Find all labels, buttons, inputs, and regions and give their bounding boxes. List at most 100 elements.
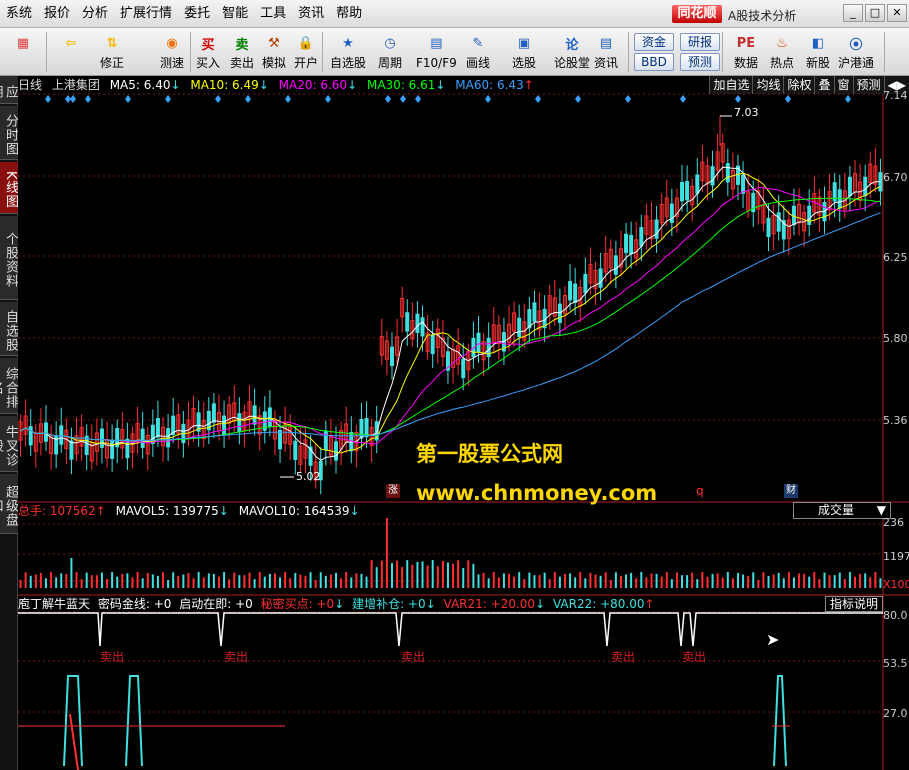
toolbar-button[interactable]: ✎ 画线 <box>466 30 490 74</box>
candle-body <box>278 429 283 450</box>
sidebar-tab[interactable]: 应用 <box>0 76 18 104</box>
candle-body <box>725 163 730 183</box>
toolbar-button[interactable]: 🔒 开户 <box>294 30 318 74</box>
toolbar-button[interactable]: ▤ F10/F9 <box>416 30 457 74</box>
menu-item[interactable]: 扩展行情 <box>114 0 178 28</box>
watermark-title: 第一股票公式网 <box>416 442 563 466</box>
toolbar-button-label: 选股 <box>512 56 537 70</box>
sidebar-tab[interactable]: K线图 <box>0 162 18 214</box>
toolbar-button[interactable]: ⇅ 修正 <box>100 30 124 74</box>
toolbar-separator <box>628 32 629 72</box>
jianzeng-value: 建增补仓: +0 <box>352 597 426 611</box>
toolbar-button-label: 开户 <box>294 56 319 70</box>
sidebar-tab[interactable]: 自选股 <box>0 302 18 356</box>
toolbar-button[interactable]: ▤ 资讯 <box>594 30 618 74</box>
sidebar-tab[interactable]: 分时图 <box>0 106 18 160</box>
toolbar-button-label: 沪港通 <box>838 56 875 70</box>
toolbar-button[interactable]: ⇦ <box>60 30 82 74</box>
toolbar-button-label: 修正 <box>100 56 125 70</box>
menu-item[interactable]: 资讯 <box>292 0 330 28</box>
candle-body <box>680 181 685 202</box>
candle-body <box>695 174 700 194</box>
doc-icon: ▤ <box>599 35 613 51</box>
research-button[interactable]: 研报 <box>680 33 720 51</box>
sell-icon: 卖 <box>235 37 249 53</box>
candle-body <box>613 255 618 275</box>
candle-body <box>69 440 74 460</box>
candle-body <box>252 405 257 425</box>
mavol10-arrow: ↓ <box>349 504 360 518</box>
candle-body <box>364 418 369 438</box>
mima-value: 密码金线: +0 <box>97 597 172 611</box>
sidebar: 应用分时图 K线图个股资料自选股综合排名牛叉诊股超级盘口 <box>0 76 18 770</box>
var22-arrow: ↑ <box>644 597 655 611</box>
sidebar-tab[interactable]: 个股资料 <box>0 216 18 300</box>
candle-body <box>741 174 746 194</box>
hammer-icon: ⚒ <box>268 35 280 51</box>
cai-badge: 财 <box>784 484 798 498</box>
back-icon: ⇦ <box>65 35 77 51</box>
kline-chart[interactable] <box>18 76 909 770</box>
menu-item[interactable]: 系统 <box>0 0 38 28</box>
candle-body <box>710 166 715 186</box>
candle-body <box>776 212 781 232</box>
event-marker-icon <box>285 95 291 103</box>
signal-pulse <box>773 675 787 767</box>
ma60-line <box>20 212 881 442</box>
candle-body <box>669 203 674 223</box>
toolbar-button[interactable]: ▣ 选股 <box>512 30 536 74</box>
buy-icon: 买 <box>201 37 215 53</box>
indicator-select[interactable]: 成交量 ▼ <box>793 502 891 519</box>
monitor-icon: ▣ <box>517 35 531 51</box>
pen-icon: ✎ <box>472 35 484 51</box>
hot-icon: ♨ <box>776 35 788 51</box>
toolbar-separator <box>722 32 723 72</box>
toolbar-button[interactable]: PE 数据 <box>734 30 758 74</box>
toolbar-button[interactable]: ▦ <box>12 30 34 74</box>
menu-item[interactable]: 帮助 <box>330 0 368 28</box>
restore-icon[interactable]: □ <box>865 4 885 22</box>
menu-item[interactable]: 报价 <box>38 0 76 28</box>
candle-body <box>334 441 339 461</box>
menu-item[interactable]: 工具 <box>254 0 292 28</box>
volume-total-arrow: ↑ <box>95 504 106 518</box>
toolbar-button[interactable]: 买买入 <box>196 30 220 74</box>
toolbar-button[interactable]: 卖卖出 <box>230 30 254 74</box>
fund-button[interactable]: 资金 <box>634 33 674 51</box>
event-marker-icon <box>215 95 221 103</box>
forecast-button[interactable]: 预测 <box>680 53 720 71</box>
sidebar-tab[interactable]: 牛叉诊股 <box>0 416 18 472</box>
var22-value: VAR22: +80.00 <box>552 597 645 611</box>
sidebar-tab[interactable]: 超级盘口 <box>0 474 18 534</box>
toolbar-button-label: 买入 <box>196 56 221 70</box>
toolbar-button[interactable]: ⦿ 沪港通 <box>838 30 874 74</box>
indicator-explain-button[interactable]: 指标说明 <box>824 596 883 612</box>
candle-body <box>99 428 104 448</box>
event-marker-icon <box>535 95 541 103</box>
toolbar-button[interactable]: ◉ 测速 <box>160 30 184 74</box>
menu-item[interactable]: 分析 <box>76 0 114 28</box>
menu-item[interactable]: 智能 <box>216 0 254 28</box>
toolbar-button[interactable]: ◧ 新股 <box>806 30 830 74</box>
candle-body <box>211 403 216 423</box>
toolbar-button-label: 数据 <box>734 56 759 70</box>
candle-body <box>639 227 644 247</box>
toolbar-button[interactable]: ◷ 周期 <box>378 30 402 74</box>
candle-body <box>863 176 868 197</box>
indicator-name: 庖丁解牛蓝天 <box>18 597 91 611</box>
toolbar-button-label: 论股堂 <box>554 56 591 70</box>
speed-icon: ◉ <box>166 35 178 51</box>
sidebar-tab[interactable]: 综合排名 <box>0 358 18 414</box>
menu-item[interactable]: 委托 <box>178 0 216 28</box>
close-icon[interactable]: ✕ <box>887 4 907 22</box>
minimize-icon[interactable]: _ <box>843 4 863 22</box>
price-tick: 7.14 <box>883 89 908 102</box>
mavol10-value: MAVOL10: 164539 <box>238 504 350 518</box>
sell-signal: 卖出 <box>100 650 125 664</box>
toolbar-button[interactable]: ★ 自选股 <box>330 30 366 74</box>
toolbar-button[interactable]: ♨ 热点 <box>770 30 794 74</box>
toolbar-button[interactable]: ⚒ 模拟 <box>262 30 286 74</box>
toolbar-button[interactable]: 论论股堂 <box>554 30 590 74</box>
star-icon: ★ <box>342 35 354 51</box>
bbd-button[interactable]: BBD <box>634 53 674 71</box>
